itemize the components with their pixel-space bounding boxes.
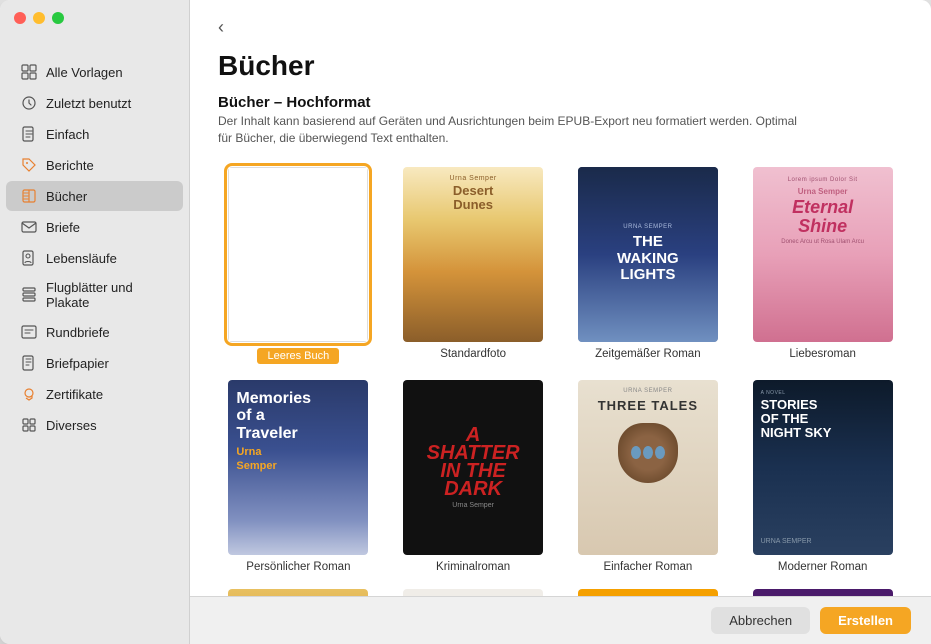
maximize-button[interactable] xyxy=(52,12,64,24)
sidebar-item-zertifikate[interactable]: Zertifikate xyxy=(6,379,183,409)
back-button[interactable]: ‹ xyxy=(218,18,224,36)
tag-icon xyxy=(20,156,38,174)
sidebar-item-label: Flugblätter und Plakate xyxy=(46,280,169,310)
template-item-standardfoto[interactable]: Urna Semper DesertDunes Standardfoto xyxy=(393,167,554,364)
section-description: Der Inhalt kann basierend auf Geräten un… xyxy=(190,113,840,155)
main-window: Alle Vorlagen Zuletzt benutzt Einfach Beric… xyxy=(0,0,931,644)
template-grid: Leeres Buch Urna Semper DesertDunes Stan… xyxy=(208,163,913,644)
sidebar-item-label: Einfach xyxy=(46,127,89,142)
template-item-leeres-buch[interactable]: Leeres Buch xyxy=(218,167,379,364)
grid-misc-icon xyxy=(20,416,38,434)
sidebar-item-einfach[interactable]: Einfach xyxy=(6,119,183,149)
template-label: Persönlicher Roman xyxy=(246,561,350,573)
sidebar-item-berichte[interactable]: Berichte xyxy=(6,150,183,180)
template-label: Zeitgemäßer Roman xyxy=(595,348,700,360)
template-label: Einfacher Roman xyxy=(603,561,692,573)
sidebar-item-label: Rundbriefe xyxy=(46,325,110,340)
sidebar-item-lebenslaufe[interactable]: Lebensläufe xyxy=(6,243,183,273)
sidebar-item-diverses[interactable]: Diverses xyxy=(6,410,183,440)
section-title: Bücher – Hochformat xyxy=(190,82,931,113)
person-doc-icon xyxy=(20,249,38,267)
newsletter-icon xyxy=(20,323,38,341)
sidebar-item-label: Bücher xyxy=(46,189,87,204)
template-label: Kriminalroman xyxy=(436,561,510,573)
template-item-persoenlicher-roman[interactable]: Memoriesof aTraveler UrnaSemper Persönli… xyxy=(218,380,379,573)
sidebar-item-buecher[interactable]: Bücher xyxy=(6,181,183,211)
template-item-kriminalroman[interactable]: ASHATTERIN THEDARK Urna Semper Kriminalr… xyxy=(393,380,554,573)
template-item-liebesroman[interactable]: Lorem ipsum Dolor Sit Urna Semper Eterna… xyxy=(742,167,903,364)
main-content: ‹ Bücher Bücher – Hochformat Der Inhalt … xyxy=(190,0,931,644)
selected-badge: Leeres Buch xyxy=(257,348,339,364)
sidebar-item-label: Briefe xyxy=(46,220,80,235)
template-grid-container: Leeres Buch Urna Semper DesertDunes Stan… xyxy=(190,155,931,644)
page-title: Bücher xyxy=(190,36,931,82)
sidebar-item-briefe[interactable]: Briefe xyxy=(6,212,183,242)
create-button[interactable]: Erstellen xyxy=(820,607,911,634)
envelope-icon xyxy=(20,218,38,236)
sidebar-item-flugblatter[interactable]: Flugblätter und Plakate xyxy=(6,274,183,316)
sidebar-item-zuletzt-benutzt[interactable]: Zuletzt benutzt xyxy=(6,88,183,118)
grid-icon xyxy=(20,63,38,81)
sidebar-item-label: Zertifikate xyxy=(46,387,103,402)
sidebar-item-label: Zuletzt benutzt xyxy=(46,96,131,111)
layers-icon xyxy=(20,286,38,304)
template-item-moderner-roman[interactable]: A Novel STORIESOF THENIGHT SKY URNA SEMP… xyxy=(742,380,903,573)
template-item-einfacher-roman[interactable]: Urna Semper THREE TALES Einfacher Roman xyxy=(568,380,729,573)
window-controls xyxy=(14,12,64,24)
briefpapier-icon xyxy=(20,354,38,372)
doc-icon xyxy=(20,125,38,143)
sidebar-item-label: Diverses xyxy=(46,418,97,433)
template-label: Standardfoto xyxy=(440,348,506,360)
sidebar: Alle Vorlagen Zuletzt benutzt Einfach Beric… xyxy=(0,0,190,644)
sidebar-item-label: Briefpapier xyxy=(46,356,109,371)
template-label: Moderner Roman xyxy=(778,561,867,573)
certificate-icon xyxy=(20,385,38,403)
header: ‹ xyxy=(190,0,931,36)
sidebar-item-briefpapier[interactable]: Briefpapier xyxy=(6,348,183,378)
template-item-zeitgemaesser-roman[interactable]: Urna Semper THEWAKINGLIGHTS Zeitgemäßer … xyxy=(568,167,729,364)
cancel-button[interactable]: Abbrechen xyxy=(711,607,810,634)
sidebar-item-rundbriefe[interactable]: Rundbriefe xyxy=(6,317,183,347)
close-button[interactable] xyxy=(14,12,26,24)
sidebar-item-label: Lebensläufe xyxy=(46,251,117,266)
book-icon xyxy=(20,187,38,205)
sidebar-item-alle-vorlagen[interactable]: Alle Vorlagen xyxy=(6,57,183,87)
minimize-button[interactable] xyxy=(33,12,45,24)
sidebar-item-label: Alle Vorlagen xyxy=(46,65,123,80)
clock-icon xyxy=(20,94,38,112)
sidebar-item-label: Berichte xyxy=(46,158,94,173)
footer: Abbrechen Erstellen xyxy=(190,596,931,644)
template-label: Liebesroman xyxy=(789,348,855,360)
